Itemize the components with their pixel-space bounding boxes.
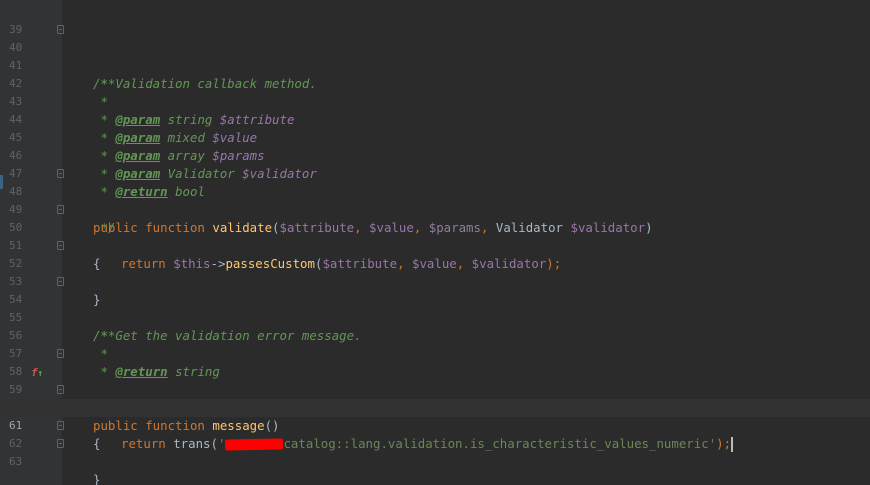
code-line-59[interactable]: 59 f↑ public function message() [0,363,870,433]
code-line-55[interactable]: 55 * Get the validation error message. [0,291,870,343]
code-line-63[interactable]: 63 } [0,435,870,468]
fold-toggle-icon[interactable] [57,385,64,394]
code-line-60[interactable]: 60 { [0,381,870,451]
code-line-41[interactable]: 41 * Validation callback method. [0,39,870,91]
code-line-47[interactable]: 47 * @return bool [0,147,870,199]
code-line-43[interactable]: 43 * @param string $attribute [0,75,870,127]
fold-toggle-icon[interactable] [57,25,64,34]
code-line-51[interactable]: 51 return $this->passesCustom($attribute… [0,219,870,271]
code-line-49[interactable]: 49 public function validate($attribute, … [0,183,870,235]
code-line-58[interactable]: 58 */ [0,345,870,415]
code-line-50[interactable]: 50 { [0,201,870,271]
line-number: 63 [9,455,23,468]
code-editor[interactable]: 39 40 /** 41 * Validation callback metho… [0,0,870,485]
code-line-54[interactable]: 54 /** [0,273,870,343]
code-line-42[interactable]: 42 * [0,57,870,109]
code-line-44[interactable]: 44 * @param mixed $value [0,93,870,145]
code-line-52[interactable]: 52 } [0,237,870,307]
fold-toggle-icon[interactable] [57,277,64,286]
code-line-40[interactable]: 40 /** [0,21,870,91]
fold-toggle-icon[interactable] [57,421,64,430]
fold-toggle-icon[interactable] [57,241,64,250]
code-line-46[interactable]: 46 * @param Validator $validator [0,129,870,181]
code-line-62[interactable]: 62 } [0,417,870,485]
fold-toggle-icon[interactable] [57,169,64,178]
fold-toggle-icon[interactable] [57,349,64,358]
code-line-39[interactable]: 39 [0,3,870,36]
code-line-56[interactable]: 56 * [0,309,870,361]
close-brace: } [93,472,101,485]
code-line-53[interactable]: 53 [0,255,870,288]
code-line-57[interactable]: 57 * @return string [0,327,870,379]
code-line-48[interactable]: 48 */ [0,165,870,235]
fold-toggle-icon[interactable] [57,205,64,214]
fold-toggle-icon[interactable] [57,439,64,448]
code-line-45[interactable]: 45 * @param array $params [0,111,870,163]
code-line-61[interactable]: 61 return trans(' catalog::lang.validatio… [0,399,870,452]
